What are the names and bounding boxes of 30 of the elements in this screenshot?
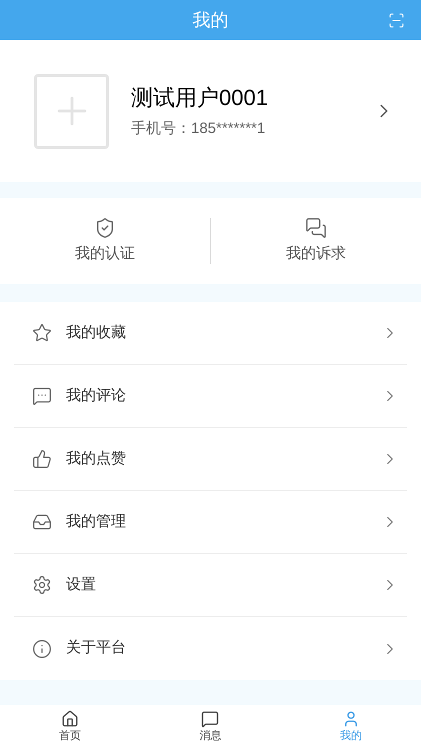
menu-label: 关于平台 [66,638,127,658]
home-icon [61,710,80,728]
menu-label: 我的点赞 [66,448,127,469]
tab[interactable]: 首页 [0,705,140,750]
menu-label: 我的评论 [66,386,127,406]
menu-item[interactable]: 我的收藏 [14,302,407,365]
menu-item[interactable]: 我的评论 [14,365,407,428]
menu-item[interactable]: 我的管理 [14,491,407,554]
info-icon [32,638,52,658]
chat-icon [305,216,327,239]
scan-icon[interactable] [388,12,405,29]
action-button[interactable]: 我的认证 [0,216,210,266]
tray-icon [32,512,52,532]
star-icon [32,323,52,343]
gear-icon [32,575,52,595]
action-button[interactable]: 我的诉求 [211,216,421,266]
user-name: 测试用户0001 [131,84,269,112]
menu-item[interactable]: 我的点赞 [14,428,407,491]
menu-label: 我的收藏 [66,322,127,343]
message-icon [201,710,220,728]
menu-label: 我的管理 [66,512,127,532]
comment-icon [32,386,52,406]
menu-label: 设置 [66,574,97,595]
phone-number: 手机号：185*******1 [131,119,266,140]
tab[interactable]: 消息 [140,705,281,750]
menu-item[interactable]: 关于平台 [14,617,407,680]
profile-card[interactable]: 测试用户0001 手机号：185*******1 [0,40,421,182]
page-title: 我的 [192,8,228,32]
menu-item[interactable]: 设置 [14,554,407,617]
thumbs-up-icon [32,449,52,469]
